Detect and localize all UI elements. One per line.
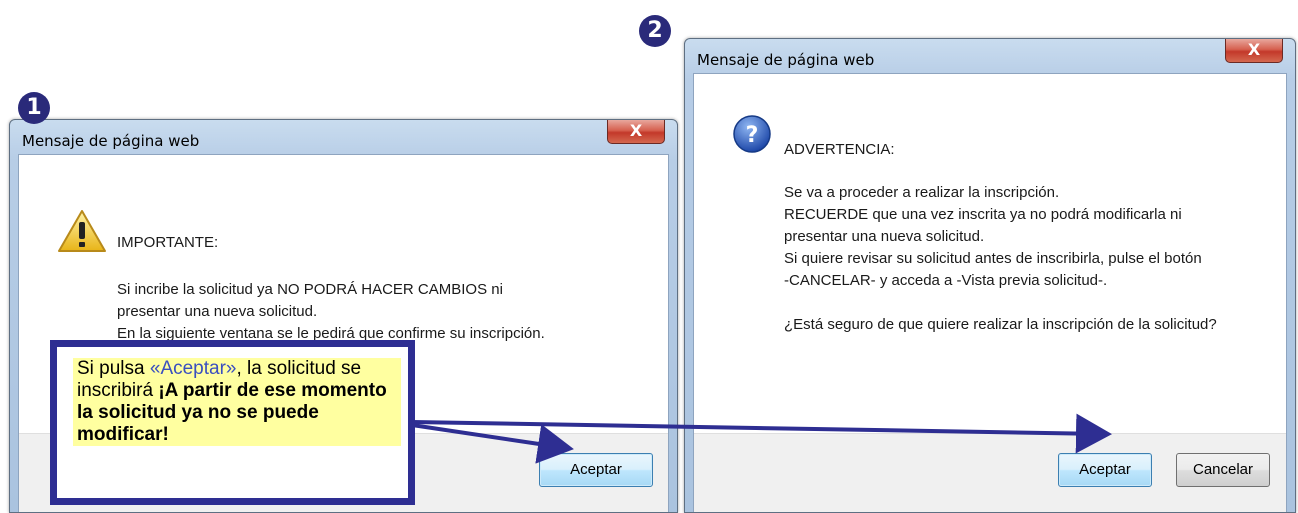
dialog-titlebar[interactable]: Mensaje de página web X [685,39,1295,73]
accept-button[interactable]: Aceptar [1058,453,1152,487]
close-button[interactable]: X [1225,39,1283,63]
svg-text:?: ? [746,123,759,148]
step-badge-2: 2 [639,15,671,47]
accept-button[interactable]: Aceptar [539,453,653,487]
message-line: Si incribe la solicitud ya NO PODRÁ HACE… [117,281,503,298]
dialog-title: Mensaje de página web [22,132,200,150]
dialog-titlebar[interactable]: Mensaje de página web X [10,120,677,154]
message-line: RECUERDE que una vez inscrita ya no podr… [784,206,1182,223]
message-line: Se va a proceder a realizar la inscripci… [784,184,1060,201]
dialog-footer: Aceptar Cancelar [694,433,1286,512]
cancel-button[interactable]: Cancelar [1176,453,1270,487]
instruction-callout: Si pulsa «Aceptar», la solicitud se insc… [50,340,415,505]
callout-text: Si pulsa «Aceptar», la solicitud se insc… [73,358,401,446]
message-line: Si quiere revisar su solicitud antes de … [784,250,1202,267]
dialog-title: Mensaje de página web [697,51,875,69]
callout-accent-text: «Aceptar» [149,358,237,379]
message-line: presentar una nueva solicitud. [117,303,318,320]
question-icon: ? [733,115,771,153]
message-line: presentar una nueva solicitud. [784,228,985,245]
message-heading: IMPORTANTE: [117,234,219,251]
dialog-body: ? ADVERTENCIA: Se va a proceder a realiz… [693,73,1287,512]
message-question: ¿Está seguro de que quiere realizar la i… [784,316,1217,333]
dialog-warning: Mensaje de página web X ? ADVERTENCIA: S… [684,38,1296,513]
callout-text-part: Si pulsa [77,358,150,379]
message-line: -CANCELAR- y acceda a -Vista previa soli… [784,272,1108,289]
close-button[interactable]: X [607,120,665,144]
message-heading: ADVERTENCIA: [784,141,895,158]
warning-icon [58,210,106,252]
step-badge-1: 1 [18,92,50,124]
